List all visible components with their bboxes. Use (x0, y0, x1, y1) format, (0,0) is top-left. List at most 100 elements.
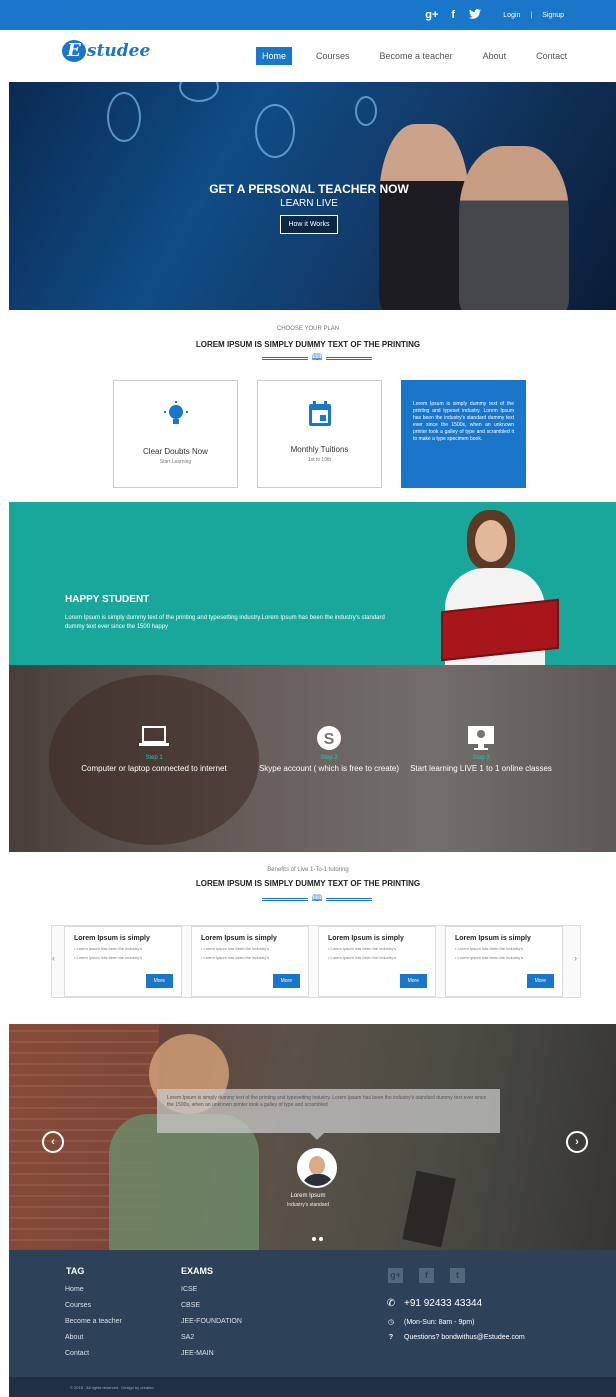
benefit-card: Lorem Ipsum is simply • Lorem Ipsum has … (445, 926, 563, 997)
plan-card-clear-doubts[interactable]: Clear Doubts Now Start Learning (113, 380, 238, 488)
lightbulb-icon (114, 401, 237, 435)
nav-become-teacher[interactable]: Become a teacher (374, 47, 459, 65)
clock-icon: ◷ (387, 1319, 395, 1326)
benefit-card: Lorem Ipsum is simply • Lorem Ipsum has … (191, 926, 309, 997)
benefit-title: Lorem Ipsum is simply (328, 935, 404, 942)
benefit-card: Lorem Ipsum is simply • Lorem Ipsum has … (64, 926, 182, 997)
carousel-next-icon[interactable]: › (574, 953, 577, 963)
benefit-item: • Lorem Ipsum has been the industry's (455, 946, 523, 951)
footer-email[interactable]: ? Questions? bondwithus@Estudee.com (386, 1334, 525, 1341)
logo-text: studee (87, 41, 151, 61)
step-desc: Skype account ( which is free to create) (258, 764, 400, 773)
facebook-icon[interactable]: f (419, 1268, 434, 1283)
testimonial-role: Industry's standard (286, 1202, 330, 1208)
twitter-icon[interactable]: t (450, 1268, 465, 1283)
man-image (459, 146, 569, 310)
hero-text: GET A PERSONAL TEACHER NOW LEARN LIVE Ho… (199, 182, 419, 234)
footer-link-about[interactable]: About (65, 1334, 83, 1341)
top-bar: g+ f Login | Signup (0, 0, 616, 30)
facebook-icon[interactable]: f (447, 9, 459, 21)
hologram-figure-icon (255, 104, 295, 158)
testimonial-next-icon[interactable]: › (566, 1131, 588, 1153)
happy-title: HAPPY STUDENT (65, 594, 150, 605)
step-2: S Step 2 Skype account ( which is free t… (254, 725, 404, 775)
monitor-icon (406, 725, 556, 753)
step-1: Step 1 Computer or laptop connected to i… (79, 725, 229, 775)
carousel-dots (312, 1237, 323, 1241)
more-button[interactable]: More (526, 974, 554, 988)
nav-courses[interactable]: Courses (310, 47, 356, 65)
steps-section: Step 1 Computer or laptop connected to i… (9, 665, 616, 852)
more-button[interactable]: More (272, 974, 300, 988)
benefit-item: • Lorem Ipsum has been the industry's (455, 955, 523, 960)
student-image (437, 510, 559, 665)
hologram-figure-icon (355, 96, 377, 126)
dot[interactable] (312, 1237, 316, 1241)
footer-link-courses[interactable]: Courses (65, 1302, 91, 1309)
phone-icon: ✆ (386, 1298, 396, 1309)
footer-link-home[interactable]: Home (65, 1286, 84, 1293)
testimonial-prev-icon[interactable]: ‹ (42, 1131, 64, 1153)
benefit-item: • Lorem Ipsum has been the industry's (201, 955, 269, 960)
book-divider: 🕮 (257, 893, 377, 905)
login-link[interactable]: Login (503, 12, 520, 19)
plan-card-monthly-tuitions[interactable]: Monthly Tuitions 1st to 10th (257, 380, 382, 488)
book-icon: 🕮 (311, 893, 323, 903)
footer-hours: ◷ (Mon-Sun: 8am - 9pm) (387, 1318, 475, 1327)
nav-home[interactable]: Home (256, 47, 293, 65)
benefit-item: • Lorem Ipsum has been the industry's (74, 946, 142, 951)
card-subtitle: 1st to 10th (307, 457, 332, 463)
book-divider: 🕮 (257, 352, 377, 364)
step-desc: Start learning LIVE 1 to 1 online classe… (410, 764, 552, 773)
footer-exam-link[interactable]: SA2 (181, 1334, 194, 1341)
card-title: Clear Doubts Now (143, 447, 208, 456)
hero-subtitle: LEARN LIVE (280, 198, 338, 209)
happy-text: Lorem Ipsum is simply dummy text of the … (65, 615, 385, 630)
separator: | (530, 11, 533, 19)
footer-link-become-teacher[interactable]: Become a teacher (65, 1318, 122, 1325)
footer (9, 1250, 616, 1377)
happy-student-section: HAPPY STUDENT Lorem Ipsum is simply dumm… (9, 502, 616, 665)
laptop-icon (79, 725, 229, 753)
footer-tag-heading: TAG (66, 1266, 85, 1276)
nav-about[interactable]: About (477, 47, 513, 65)
card-subtitle: Start Learning (159, 459, 192, 465)
logo-initial: E (62, 40, 86, 62)
more-button[interactable]: More (399, 974, 427, 988)
benefit-item: • Lorem Ipsum has been the industry's (328, 946, 396, 951)
header: E studee Home Courses Become a teacher A… (0, 30, 616, 82)
google-plus-icon[interactable]: g+ (425, 9, 438, 21)
nav-contact[interactable]: Contact (530, 47, 573, 65)
plan-card-info: Lorem Ipsum is simply dummy text of the … (401, 380, 526, 488)
plan-heading: LOREM IPSUM IS SIMPLY DUMMY TEXT OF THE … (195, 340, 421, 349)
footer-exam-link[interactable]: JEE-MAIN (181, 1350, 214, 1357)
hologram-figure-icon (107, 92, 141, 142)
hologram-figure-icon (179, 82, 219, 102)
dot[interactable] (319, 1237, 323, 1241)
benefit-card: Lorem Ipsum is simply • Lorem Ipsum has … (318, 926, 436, 997)
footer-link-contact[interactable]: Contact (65, 1350, 89, 1357)
footer-exam-link[interactable]: CBSE (181, 1302, 200, 1309)
avatar (297, 1148, 337, 1188)
calendar-icon (258, 401, 381, 433)
signup-link[interactable]: Signup (542, 12, 564, 19)
benefit-title: Lorem Ipsum is simply (201, 935, 277, 942)
footer-phone: ✆ +91 92433 43344 (386, 1298, 483, 1309)
footer-exam-link[interactable]: ICSE (181, 1286, 197, 1293)
more-button[interactable]: More (145, 974, 173, 988)
google-plus-icon[interactable]: g+ (388, 1268, 403, 1283)
benefit-title: Lorem Ipsum is simply (74, 935, 150, 942)
footer-exam-link[interactable]: JEE-FOUNDATION (181, 1318, 242, 1325)
svg-text:S: S (324, 731, 335, 748)
step-label: Step 2 (320, 755, 338, 761)
logo[interactable]: E studee (62, 40, 150, 62)
twitter-icon[interactable] (469, 8, 482, 22)
footer-exams-heading: EXAMS (181, 1266, 214, 1276)
main-nav: Home Courses Become a teacher About Cont… (256, 47, 573, 65)
hero-banner: GET A PERSONAL TEACHER NOW LEARN LIVE Ho… (9, 82, 616, 310)
benefits-heading: LOREM IPSUM IS SIMPLY DUMMY TEXT OF THE … (195, 879, 421, 888)
how-it-works-button[interactable]: How it Works (280, 215, 338, 234)
benefits-kicker: Benefits of Live 1-To-1 tutoring (267, 867, 349, 873)
hero-title: GET A PERSONAL TEACHER NOW (209, 182, 409, 196)
carousel-prev-icon[interactable]: ‹ (52, 953, 55, 963)
